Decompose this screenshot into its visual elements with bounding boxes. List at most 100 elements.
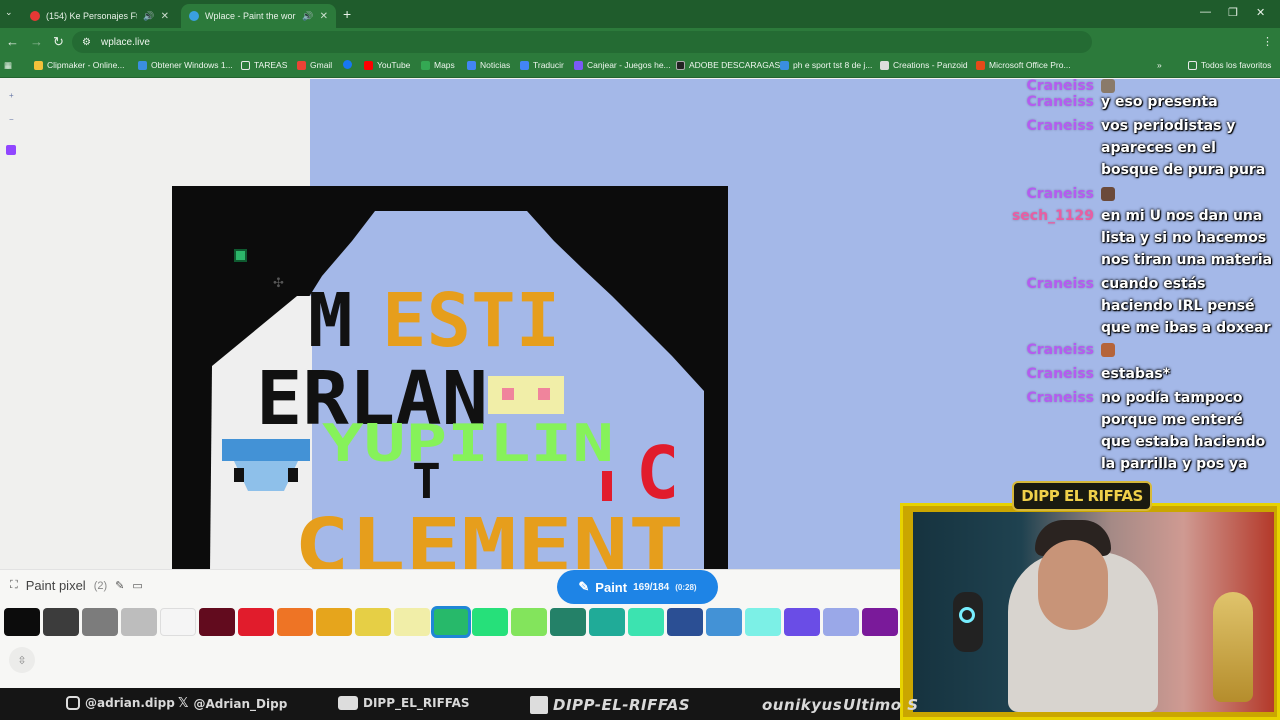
speaker-icon[interactable]: 🔊 (143, 11, 154, 22)
close-tab-icon[interactable]: ✕ (161, 11, 169, 22)
chat-text: en mi U nos dan una lista y si no hacemo… (1101, 208, 1273, 268)
speaker-icon[interactable]: 🔊 (302, 11, 313, 22)
close-tab-icon[interactable]: ✕ (320, 11, 328, 22)
chat-username[interactable]: Craneiss (1026, 183, 1094, 205)
facebook-icon (343, 60, 352, 69)
chat-username[interactable]: Craneiss (1026, 115, 1094, 137)
pixel-art[interactable]: M ESTI ERLAN YUPILIN T C CLEMENT (172, 186, 728, 571)
instagram-handle: @adrian.dipp (66, 696, 175, 710)
chat-text: y eso presenta (1101, 94, 1218, 110)
bookmark-item[interactable]: Gmail (297, 60, 332, 70)
address-bar[interactable]: ⚙ wplace.live (72, 31, 1092, 53)
pink-dot (538, 388, 550, 400)
tab-strip: ⌄ (154) Ke Personajes Ft Ond... 🔊 ✕ Wpla… (0, 0, 1280, 28)
bookmark-label: Canjear - Juegos he... (587, 60, 671, 70)
sidebar-dot-icon[interactable]: + (9, 91, 14, 100)
selected-pixel-marker[interactable] (234, 249, 247, 262)
expand-icon[interactable]: ⛶ (10, 579, 18, 592)
color-swatch[interactable] (862, 608, 898, 636)
new-tab-button[interactable]: + (343, 6, 351, 22)
close-window-button[interactable]: ✕ (1256, 6, 1265, 19)
bookmark-item[interactable]: Maps (421, 60, 455, 70)
color-swatch[interactable] (550, 608, 586, 636)
pencil-icon[interactable]: ✎ (115, 579, 124, 592)
color-swatch[interactable] (472, 608, 508, 636)
bookmark-item[interactable]: YouTube (364, 60, 410, 70)
news-icon (467, 60, 476, 70)
site-info-icon[interactable]: ⚙ (82, 37, 91, 48)
sidebar-dot-icon[interactable]: − (9, 115, 14, 124)
bookmark-favicon-icon (880, 60, 889, 70)
bookmark-item[interactable]: Traducir (520, 60, 564, 70)
pink-dot (502, 388, 514, 400)
minimize-button[interactable]: — (1200, 6, 1211, 18)
twitch-icon[interactable] (6, 145, 16, 155)
all-favorites-button[interactable]: Todos los favoritos (1188, 60, 1271, 70)
color-swatch[interactable] (43, 608, 79, 636)
bookmark-label: Microsoft Office Pro... (989, 60, 1071, 70)
tab-wplace[interactable]: Wplace - Paint the world 🔊 ✕ (181, 4, 336, 28)
color-swatch[interactable] (784, 608, 820, 636)
bookmark-label: ph e sport tst 8 de j... (793, 60, 873, 70)
tab-search-icon[interactable]: ⌄ (5, 7, 13, 18)
apps-icon[interactable]: ▦ (4, 60, 12, 71)
color-swatch[interactable] (316, 608, 352, 636)
color-swatch[interactable] (431, 606, 471, 638)
instagram-icon (66, 696, 80, 710)
color-swatch[interactable] (4, 608, 40, 636)
art-word: CLEMENT (294, 503, 684, 571)
folder-icon (241, 60, 250, 70)
color-swatch[interactable] (238, 608, 274, 636)
chat-username[interactable]: Craneiss (1026, 273, 1094, 295)
bookmark-item[interactable]: ADOBE DESCARAGAS (676, 60, 780, 70)
url-text: wplace.live (100, 36, 150, 48)
chat-username[interactable]: Craneiss (1026, 339, 1094, 361)
bookmark-item[interactable]: Microsoft Office Pro... (976, 60, 1071, 70)
bookmark-item[interactable] (343, 60, 352, 69)
bookmark-item[interactable]: ph e sport tst 8 de j... (780, 60, 872, 70)
bookmark-item[interactable]: Noticias (467, 60, 510, 70)
chat-username[interactable]: Craneiss (1026, 91, 1094, 113)
reload-icon[interactable]: ↻ (53, 34, 64, 50)
heart-top (222, 439, 310, 461)
chat-username[interactable]: sech_1129 (1012, 205, 1094, 227)
webcam-frame (900, 503, 1280, 720)
bookmark-label: Noticias (480, 60, 511, 70)
paint-button[interactable]: ✎ Paint 169/184 (0:28) (557, 570, 718, 604)
color-swatch[interactable] (823, 608, 859, 636)
color-swatch[interactable] (745, 608, 781, 636)
bookmark-label: TAREAS (254, 60, 288, 70)
tab-title: Wplace - Paint the world (205, 11, 297, 21)
tab-youtube[interactable]: (154) Ke Personajes Ft Ond... 🔊 ✕ (22, 4, 177, 28)
color-swatch[interactable] (199, 608, 235, 636)
color-swatch[interactable] (277, 608, 313, 636)
ticker-text: ounikyus (762, 696, 842, 714)
maximize-button[interactable]: ❐ (1228, 6, 1238, 19)
more-bookmarks-button[interactable]: » (1157, 60, 1162, 70)
bookmark-item[interactable]: Obtener Windows 1... (138, 60, 233, 70)
paint-progress: 169/184 (633, 581, 670, 593)
forward-icon[interactable]: → (30, 34, 43, 49)
color-swatch[interactable] (628, 608, 664, 636)
chat-username[interactable]: Craneiss (1026, 363, 1094, 385)
bookmark-item[interactable]: Canjear - Juegos he... (574, 60, 671, 70)
back-icon[interactable]: ← (6, 34, 19, 49)
color-swatch[interactable] (121, 608, 157, 636)
color-swatch[interactable] (160, 608, 196, 636)
color-swatch[interactable] (589, 608, 625, 636)
eraser-icon[interactable]: ▭ (132, 579, 142, 592)
color-swatch[interactable] (511, 608, 547, 636)
bookmark-item[interactable]: TAREAS (241, 60, 287, 70)
color-swatch[interactable] (355, 608, 391, 636)
bookmark-item[interactable]: Clipmaker - Online... (34, 60, 124, 70)
collapse-arrows-icon[interactable]: ⇳ (9, 647, 35, 673)
color-swatch[interactable] (82, 608, 118, 636)
color-swatch[interactable] (667, 608, 703, 636)
gmail-icon (297, 60, 306, 70)
banner-text: DIPP-EL-RIFFAS (553, 696, 691, 714)
bookmark-item[interactable]: Creations - Panzoid (880, 60, 968, 70)
color-swatch[interactable] (706, 608, 742, 636)
color-swatch[interactable] (394, 608, 430, 636)
chat-username[interactable]: Craneiss (1026, 387, 1094, 409)
menu-icon[interactable]: ⋮ (1262, 35, 1273, 48)
